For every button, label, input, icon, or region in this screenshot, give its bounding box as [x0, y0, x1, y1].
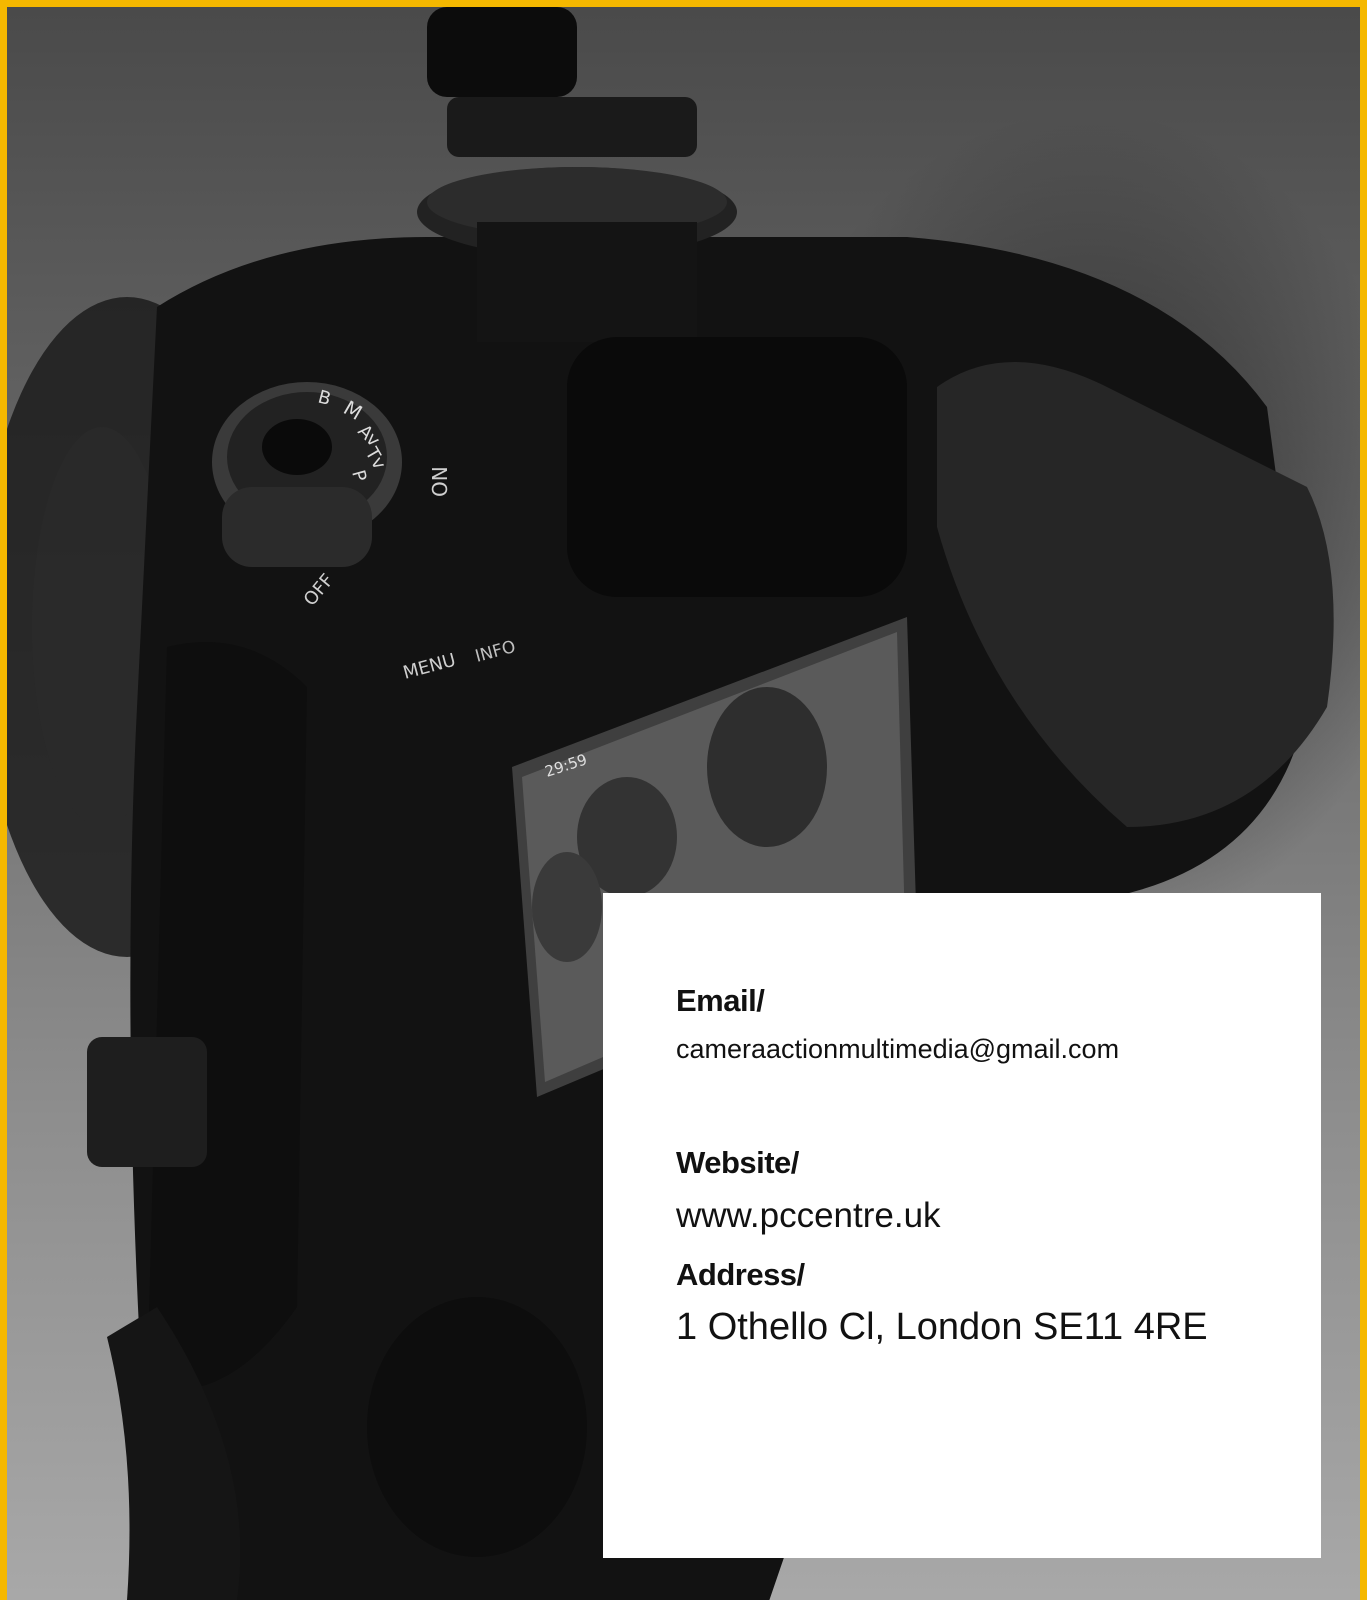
email-value[interactable]: cameraactionmultimedia@gmail.com [676, 1036, 1321, 1063]
contact-info-card: Email/ cameraactionmultimedia@gmail.com … [603, 893, 1321, 1558]
page-frame: M Av Tv P B ON OFF MENU INFO 29:59 Email… [0, 0, 1367, 1600]
address-value: 1 Othello Cl, London SE11 4RE [676, 1306, 1208, 1348]
address-label: Address/ [676, 1257, 805, 1292]
website-label: Website/ [676, 1145, 799, 1180]
website-value[interactable]: www.pccentre.uk [676, 1198, 1321, 1233]
email-label: Email/ [676, 983, 765, 1018]
power-label-on: ON [428, 466, 452, 497]
